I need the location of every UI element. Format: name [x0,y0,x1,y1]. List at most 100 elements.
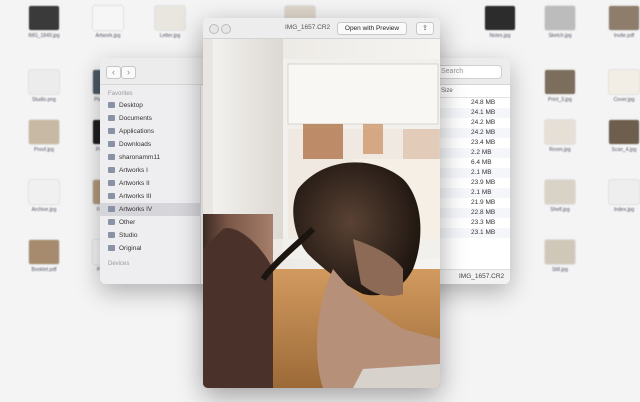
devices-heading: Devices [108,261,130,267]
sidebar-item-label: Desktop [119,102,143,109]
sidebar-item[interactable]: Applications [100,125,200,138]
sidebar-item[interactable]: Artworks IV [100,203,200,216]
desktop-file-icon[interactable]: Room.jpg [530,120,590,153]
file-thumbnail [545,120,575,144]
sidebar-item[interactable]: Documents [100,112,200,125]
desktop-file-label: Scan_4.jpg [611,147,637,153]
sidebar-item-label: sharonamm11 [119,154,161,161]
sidebar-item-label: Applications [119,128,155,135]
preview-filename: IMG_1657.CR2 [285,24,331,31]
open-with-preview-button[interactable]: Open with Preview [337,22,407,35]
forward-button[interactable]: › [121,66,136,79]
sidebar-item[interactable]: Original [100,242,200,255]
sidebar-item[interactable]: Other [100,216,200,229]
folder-icon [108,115,115,122]
file-thumbnail [609,180,639,204]
file-thumbnail [93,6,123,30]
file-size-cell[interactable]: 24.2 MB [437,118,510,128]
fullscreen-icon[interactable] [221,24,231,34]
sidebar-item[interactable]: Artworks III [100,190,200,203]
folder-icon [108,193,115,200]
desktop-file-icon[interactable]: Studio.png [14,70,74,103]
desktop-file-icon[interactable]: Invite.pdf [594,6,640,39]
favorites-heading: Favorites [108,91,133,97]
desktop-file-label: Index.jpg [613,207,635,213]
sidebar-item[interactable]: Studio [100,229,200,242]
file-thumbnail [545,240,575,264]
file-size-cell[interactable]: 21.9 MB [437,198,510,208]
folder-icon [108,219,115,226]
share-icon[interactable]: ⇪ [416,22,434,35]
file-size-cell[interactable]: 22.8 MB [437,208,510,218]
sidebar-item[interactable]: Artworks II [100,177,200,190]
search-field[interactable]: Search [436,65,502,79]
file-size-cell[interactable]: 2.1 MB [437,188,510,198]
desktop-file-icon[interactable]: Proof.jpg [14,120,74,153]
desktop-file-icon[interactable]: Notes.jpg [470,6,530,39]
back-button[interactable]: ‹ [106,66,121,79]
file-size-cell[interactable]: 2.1 MB [437,168,510,178]
desktop-file-icon[interactable]: Scan_4.jpg [594,120,640,153]
close-icon[interactable] [209,24,219,34]
file-thumbnail [545,180,575,204]
file-size-cell[interactable]: 23.1 MB [437,228,510,238]
desktop-file-icon[interactable]: Sketch.jpg [530,6,590,39]
file-size-cell[interactable]: 24.2 MB [437,128,510,138]
desktop-file-icon[interactable]: Print_3.jpg [530,70,590,103]
file-size-cell[interactable]: 24.1 MB [437,108,510,118]
desktop-file-icon[interactable]: IMG_1849.jpg [14,6,74,39]
file-size-cell[interactable]: 2.2 MB [437,148,510,158]
file-list: Size 24.8 MB 24.1 MB 24.2 MB 24.2 MB 23.4 MB… [437,85,510,284]
sidebar-item[interactable]: Artworks I [100,164,200,177]
desktop-file-label: Archive.jpg [31,207,57,213]
folder-icon [108,141,115,148]
desktop-file-icon[interactable]: Letter.jpg [140,6,200,39]
desktop-file-label: Booklet.pdf [31,267,57,273]
file-size-cell[interactable]: 6.4 MB [437,158,510,168]
desktop-file-label: Sketch.jpg [548,33,572,39]
file-size-cell[interactable]: 23.3 MB [437,218,510,228]
file-size-cell[interactable]: 24.8 MB [437,98,510,108]
file-thumbnail [545,70,575,94]
desktop-file-icon[interactable]: Shelf.jpg [530,180,590,213]
desktop-file-label: Shelf.jpg [550,207,570,213]
selected-file-label: IMG_1657.CR2 [437,269,510,284]
folder-icon [108,154,115,161]
folder-icon [108,128,115,135]
folder-icon [108,206,115,213]
folder-icon [108,102,115,109]
desktop-file-label: Notes.jpg [489,33,511,39]
desktop-file-label: Room.jpg [549,147,571,153]
folder-icon [108,180,115,187]
desktop-file-icon[interactable]: Cover.jpg [594,70,640,103]
folder-icon [108,232,115,239]
sidebar-item-label: Studio [119,232,138,239]
file-thumbnail [29,70,59,94]
file-thumbnail [155,6,185,30]
sidebar-item-label: Other [119,219,136,226]
file-size-cell[interactable]: 23.9 MB [437,178,510,188]
folder-icon [108,245,115,252]
sidebar-item[interactable]: Desktop [100,99,200,112]
sidebar-item[interactable]: sharonamm11 [100,151,200,164]
desktop-file-icon[interactable]: Still.jpg [530,240,590,273]
file-thumbnail [485,6,515,30]
file-size-cell[interactable]: 23.4 MB [437,138,510,148]
finder-sidebar: Favorites Desktop Documents Applications Do… [100,85,201,284]
desktop-file-label: Cover.jpg [613,97,635,103]
folder-icon [108,167,115,174]
desktop-file-label: Letter.jpg [159,33,181,39]
sidebar-item-label: Artworks IV [119,206,153,213]
quick-look-titlebar: IMG_1657.CR2 Open with Preview ⇪ [203,18,440,39]
desktop-file-icon[interactable]: Artwork.jpg [78,6,138,39]
desktop-file-icon[interactable]: Archive.jpg [14,180,74,213]
size-column-header[interactable]: Size [437,85,510,98]
file-thumbnail [29,120,59,144]
desktop-file-icon[interactable]: Booklet.pdf [14,240,74,273]
file-thumbnail [29,6,59,30]
sidebar-item-label: Original [119,245,142,252]
sidebar-item[interactable]: Downloads [100,138,200,151]
quick-look-window: IMG_1657.CR2 Open with Preview ⇪ [203,18,440,388]
desktop-file-icon[interactable]: Index.jpg [594,180,640,213]
desktop-file-label: IMG_1849.jpg [28,33,60,39]
